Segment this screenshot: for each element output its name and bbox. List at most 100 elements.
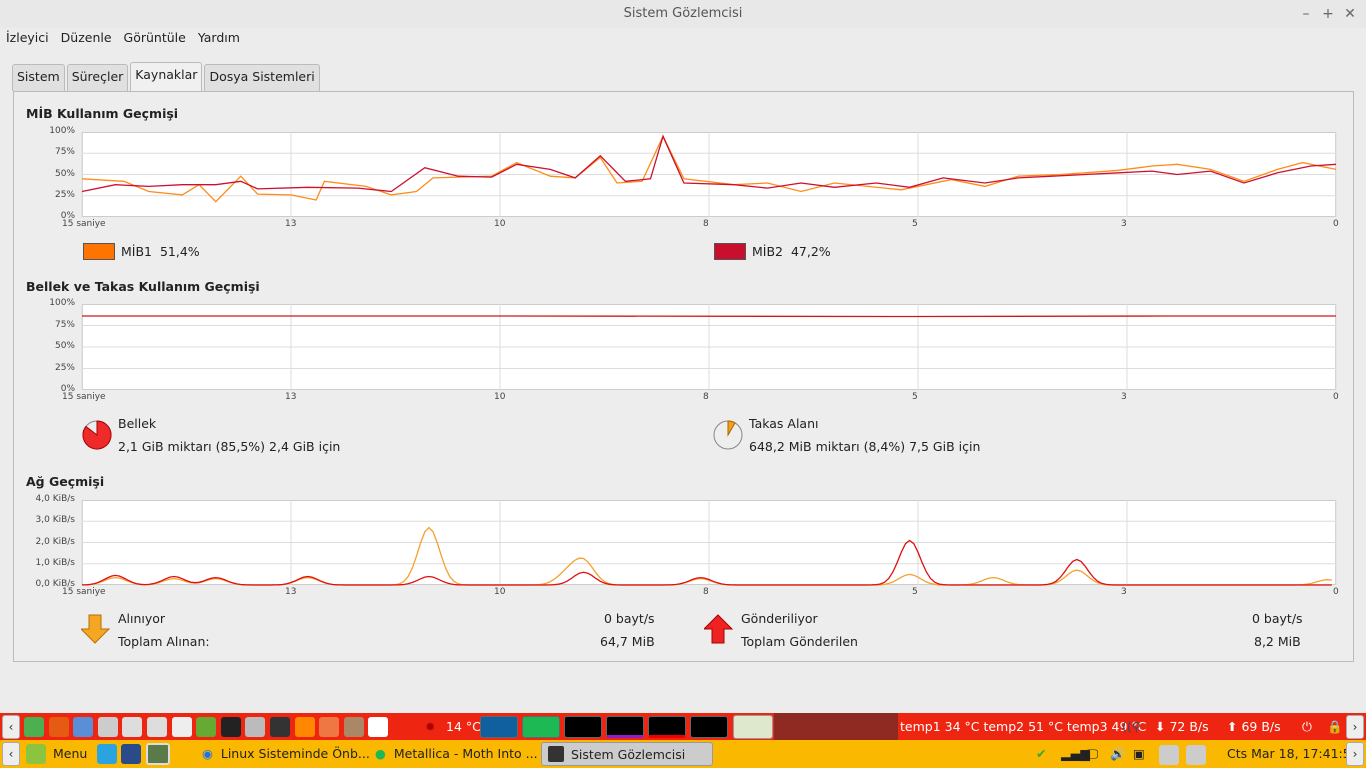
battery-icon[interactable]: ▣ bbox=[1133, 740, 1145, 768]
load-graph-applet[interactable] bbox=[564, 716, 602, 738]
x-tick-label: 10 bbox=[494, 587, 506, 597]
send-total: 8,2 MiB bbox=[1254, 634, 1301, 649]
receive-total-label: Toplam Alınan: bbox=[118, 634, 210, 649]
x-tick-label: 5 bbox=[912, 587, 918, 597]
y-tick-label: 0,0 KiB/s bbox=[35, 579, 75, 589]
swap-detail: 648,2 MiB miktarı (8,4%) 7,5 GiB için bbox=[749, 439, 981, 454]
swap-label: Takas Alanı bbox=[749, 416, 819, 431]
y-tick-label: 25% bbox=[54, 189, 75, 200]
panel-scroll-right[interactable]: › bbox=[1346, 715, 1364, 739]
swap-graph-applet[interactable] bbox=[648, 716, 686, 738]
x-tick-label: 5 bbox=[912, 219, 918, 229]
workspace-switcher[interactable] bbox=[774, 713, 898, 740]
series-line-gönderiliyor bbox=[81, 539, 1332, 586]
cpu2-color-swatch[interactable] bbox=[714, 243, 746, 260]
x-tick-label: 8 bbox=[703, 219, 709, 229]
net-up-rate: ⬆ 69 B/s bbox=[1227, 719, 1281, 734]
system-monitor-icon bbox=[548, 746, 564, 762]
net-graph-applet[interactable] bbox=[606, 716, 644, 738]
clock[interactable]: Cts Mar 18, 17:41:57 bbox=[1227, 740, 1359, 768]
display-icon[interactable]: 🖵 bbox=[1086, 740, 1098, 768]
y-tick-label: 25% bbox=[54, 362, 75, 373]
terminal-launcher-icon[interactable] bbox=[220, 717, 241, 737]
wifi-icon[interactable]: ((⚲ bbox=[1122, 713, 1141, 740]
menu-button[interactable]: Menu bbox=[53, 740, 87, 768]
cpu1-color-swatch[interactable] bbox=[83, 243, 115, 260]
chromium-launcher-icon[interactable] bbox=[73, 717, 94, 737]
show-desktop-icon[interactable] bbox=[146, 743, 170, 765]
series-line-bellek bbox=[82, 315, 1336, 318]
system-monitor-applet[interactable] bbox=[733, 715, 773, 739]
gimp-launcher-icon[interactable] bbox=[343, 717, 364, 737]
net-down-rate: ⬇ 72 B/s bbox=[1155, 719, 1209, 734]
x-tick-label: 13 bbox=[285, 219, 297, 229]
virtualbox-launcher-icon[interactable] bbox=[245, 717, 266, 737]
memory-detail: 2,1 GiB miktarı (85,5%) 2,4 GiB için bbox=[118, 439, 341, 454]
send-label: Gönderiliyor bbox=[741, 611, 818, 626]
x-tick-label: 3 bbox=[1121, 587, 1127, 597]
y-tick-label: 0% bbox=[60, 384, 75, 394]
x-tick-label: 13 bbox=[285, 392, 297, 402]
window-button-spotify[interactable]: ● Metallica - Moth Into ... bbox=[375, 740, 538, 768]
cpu-graph-applet[interactable] bbox=[480, 716, 518, 738]
usb-2-launcher-icon[interactable] bbox=[147, 717, 167, 737]
calculator-launcher-icon[interactable] bbox=[171, 717, 192, 737]
shield-icon[interactable]: ✔ bbox=[1036, 740, 1046, 768]
x-tick-label: 0 bbox=[1333, 219, 1339, 229]
top-panel: ‹ ✹ 14 °C temp1 34 °C temp2 51 °C temp3 … bbox=[0, 713, 1366, 740]
x-tick-label: 8 bbox=[703, 587, 709, 597]
y-tick-label: 100% bbox=[49, 126, 75, 136]
vlc-launcher-icon[interactable] bbox=[294, 717, 315, 737]
x-tick-label: 10 bbox=[494, 219, 506, 229]
y-tick-label: 75% bbox=[54, 147, 75, 158]
y-tick-label: 3,0 KiB/s bbox=[35, 515, 75, 526]
drive-icon-2[interactable] bbox=[1186, 745, 1206, 765]
receive-total: 64,7 MiB bbox=[600, 634, 655, 649]
panel-scroll-left[interactable]: ‹ bbox=[2, 715, 20, 739]
volume-icon[interactable]: 🔊 bbox=[1110, 740, 1126, 768]
y-tick-label: 100% bbox=[49, 298, 75, 308]
memory-label: Bellek bbox=[118, 416, 157, 431]
x-tick-label: 0 bbox=[1333, 392, 1339, 402]
x-tick-label: 10 bbox=[494, 392, 506, 402]
disk-graph-applet[interactable] bbox=[690, 716, 728, 738]
cpu1-legend: MİB1 51,4% bbox=[121, 244, 200, 259]
memory-pie-icon bbox=[82, 420, 112, 450]
y-tick-label: 4,0 KiB/s bbox=[35, 494, 75, 504]
window-button-system-monitor[interactable]: Sistem Gözlemcisi bbox=[541, 742, 713, 766]
cpu2-legend: MİB2 47,2% bbox=[752, 244, 831, 259]
skype-icon[interactable] bbox=[97, 744, 117, 764]
panel2-scroll-right[interactable]: › bbox=[1346, 742, 1364, 766]
video-player-launcher-icon[interactable] bbox=[270, 717, 290, 737]
mint-menu-icon[interactable] bbox=[26, 744, 46, 764]
firefox-launcher-icon[interactable] bbox=[48, 717, 69, 737]
settings-launcher-icon[interactable] bbox=[97, 717, 118, 737]
y-tick-label: 50% bbox=[54, 341, 75, 351]
power-icon[interactable]: ⏻ bbox=[1302, 713, 1312, 740]
x-tick-label: 8 bbox=[703, 392, 709, 402]
memory-graph-applet[interactable] bbox=[522, 716, 560, 738]
weather-temp: 14 °C bbox=[446, 719, 481, 734]
panel2-scroll-left[interactable]: ‹ bbox=[2, 742, 20, 766]
series-line-alınıyor bbox=[81, 526, 1332, 586]
x-tick-label: 13 bbox=[285, 587, 297, 597]
image-viewer-launcher-icon[interactable] bbox=[319, 717, 340, 737]
y-tick-label: 50% bbox=[54, 168, 75, 179]
spotify-launcher-icon[interactable] bbox=[196, 717, 217, 737]
receive-arrow-icon bbox=[81, 614, 111, 644]
chrome-launcher-icon[interactable] bbox=[24, 717, 44, 737]
usb-launcher-icon[interactable] bbox=[122, 717, 143, 737]
x-tick-label: 0 bbox=[1333, 587, 1339, 597]
y-tick-label: 2,0 KiB/s bbox=[35, 536, 75, 547]
drive-icon[interactable] bbox=[1159, 745, 1179, 765]
bottom-panel: ‹ Menu ◉ Linux Sisteminde Önb... ● Metal… bbox=[0, 740, 1366, 768]
temperature-readout: temp1 34 °C temp2 51 °C temp3 49 °C bbox=[900, 719, 1147, 734]
swap-pie-icon bbox=[713, 420, 743, 450]
weather-icon: ✹ bbox=[425, 719, 436, 734]
text-editor-launcher-icon[interactable] bbox=[368, 717, 389, 737]
charts-canvas bbox=[81, 132, 1337, 586]
send-total-label: Toplam Gönderilen bbox=[741, 634, 858, 649]
lock-icon[interactable]: 🔒 bbox=[1327, 713, 1343, 740]
window-button-chrome[interactable]: ◉ Linux Sisteminde Önb... bbox=[202, 740, 370, 768]
browser-launcher-icon[interactable] bbox=[121, 744, 141, 764]
